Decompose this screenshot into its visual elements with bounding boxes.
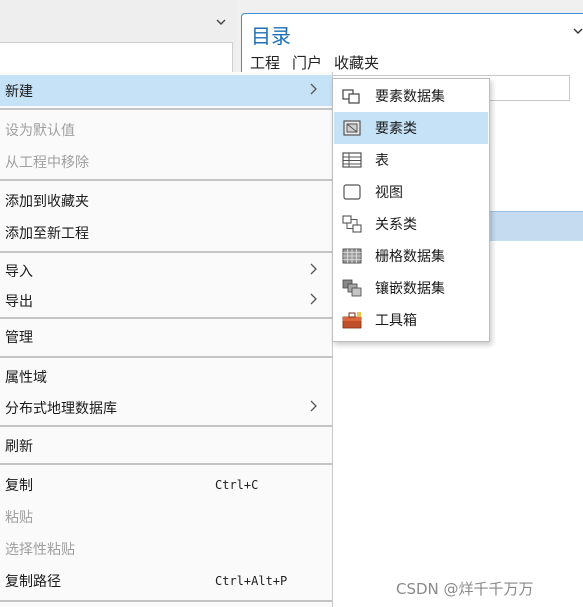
- menu-item-export[interactable]: 导出: [0, 285, 332, 316]
- submenu-item-feature-class[interactable]: 要素类: [334, 112, 488, 144]
- submenu-item-label: 要素数据集: [375, 89, 445, 105]
- submenu-item-table[interactable]: 表: [334, 144, 488, 176]
- menu-item-shortcut: Ctrl+Alt+P: [215, 573, 288, 588]
- menu-separator: [0, 317, 332, 319]
- feature-dataset-icon: [342, 89, 360, 104]
- chevron-down-icon[interactable]: [573, 24, 583, 38]
- menu-item-label: 设为默认值: [5, 122, 75, 139]
- menu-item-label: 属性域: [5, 369, 47, 386]
- menu-item-paste-special[interactable]: 选择性粘贴: [0, 533, 332, 564]
- submenu-item-view[interactable]: 视图: [334, 176, 488, 208]
- submenu-item-label: 关系类: [375, 217, 417, 233]
- menu-separator: [0, 356, 332, 358]
- menu-item-label: 粘贴: [5, 509, 33, 526]
- menu-item-add-to-new-project[interactable]: 添加至新工程: [0, 217, 332, 248]
- menu-item-domains[interactable]: 属性域: [0, 361, 332, 392]
- menu-item-paste[interactable]: 粘贴: [0, 501, 332, 532]
- menu-item-label: 导入: [5, 263, 33, 280]
- new-submenu: 要素数据集 要素类 表 视图 关系类 栅格数据集 镶嵌数据集 工具箱: [332, 78, 490, 342]
- submenu-item-relationship-class[interactable]: 关系类: [334, 208, 488, 240]
- submenu-item-feature-dataset[interactable]: 要素数据集: [334, 80, 488, 112]
- chevron-right-icon: [310, 83, 317, 95]
- menu-item-remove-from-project[interactable]: 从工程中移除: [0, 146, 332, 177]
- view-icon: [343, 184, 361, 200]
- chevron-right-icon: [310, 263, 317, 275]
- chevron-down-icon[interactable]: [216, 14, 226, 30]
- menu-item-add-to-favorites[interactable]: 添加到收藏夹: [0, 185, 332, 216]
- submenu-item-toolbox[interactable]: 工具箱: [334, 304, 488, 336]
- submenu-item-mosaic-dataset[interactable]: 镶嵌数据集: [334, 272, 488, 304]
- table-icon: [342, 152, 362, 168]
- menu-item-new[interactable]: 新建: [0, 75, 332, 106]
- submenu-item-label: 镶嵌数据集: [375, 281, 445, 297]
- chevron-right-icon: [310, 293, 317, 305]
- left-pane-input[interactable]: [0, 42, 233, 74]
- menu-separator: [0, 425, 332, 427]
- menu-separator: [0, 108, 332, 110]
- menu-separator: [0, 463, 332, 465]
- feature-class-icon: [343, 120, 361, 136]
- submenu-item-label: 要素类: [375, 121, 417, 137]
- menu-item-label: 添加至新工程: [5, 225, 89, 242]
- raster-dataset-icon: [342, 248, 362, 264]
- submenu-item-label: 栅格数据集: [375, 249, 445, 265]
- menu-item-label: 分布式地理数据库: [5, 400, 117, 417]
- menu-separator: [0, 179, 332, 181]
- mosaic-dataset-icon: [342, 279, 362, 297]
- menu-item-refresh[interactable]: 刷新: [0, 430, 332, 461]
- menu-item-label: 从工程中移除: [5, 154, 89, 171]
- menu-item-distributed-geodatabase[interactable]: 分布式地理数据库: [0, 392, 332, 423]
- chevron-right-icon: [310, 400, 317, 412]
- menu-item-label: 导出: [5, 293, 33, 310]
- submenu-item-raster-dataset[interactable]: 栅格数据集: [334, 240, 488, 272]
- submenu-item-label: 工具箱: [375, 313, 417, 329]
- menu-item-label: 添加到收藏夹: [5, 193, 89, 210]
- submenu-item-label: 视图: [375, 185, 403, 201]
- watermark: CSDN @烊千千万万: [396, 580, 534, 598]
- menu-item-copy-path[interactable]: 复制路径 Ctrl+Alt+P: [0, 565, 332, 596]
- tab-favorites[interactable]: 收藏夹: [334, 52, 379, 77]
- menu-item-import[interactable]: 导入: [0, 255, 332, 286]
- context-menu: 新建 设为默认值 从工程中移除 添加到收藏夹 添加至新工程 导入 导出 管理 属…: [0, 72, 333, 607]
- menu-item-label: 刷新: [5, 438, 33, 455]
- menu-item-label: 复制路径: [5, 573, 61, 590]
- menu-item-manage[interactable]: 管理: [0, 321, 332, 352]
- menu-separator: [0, 251, 332, 253]
- menu-item-set-default[interactable]: 设为默认值: [0, 114, 332, 145]
- menu-separator: [0, 600, 332, 602]
- relationship-class-icon: [342, 215, 362, 233]
- catalog-title: 目录: [251, 24, 291, 48]
- menu-item-label: 复制: [5, 477, 33, 494]
- menu-item-label: 新建: [5, 83, 33, 100]
- menu-item-shortcut: Ctrl+C: [215, 477, 259, 492]
- submenu-item-label: 表: [375, 153, 389, 169]
- menu-item-label: 选择性粘贴: [5, 541, 75, 558]
- toolbox-icon: [342, 312, 362, 329]
- menu-item-label: 管理: [5, 329, 33, 346]
- menu-item-copy[interactable]: 复制 Ctrl+C: [0, 469, 332, 500]
